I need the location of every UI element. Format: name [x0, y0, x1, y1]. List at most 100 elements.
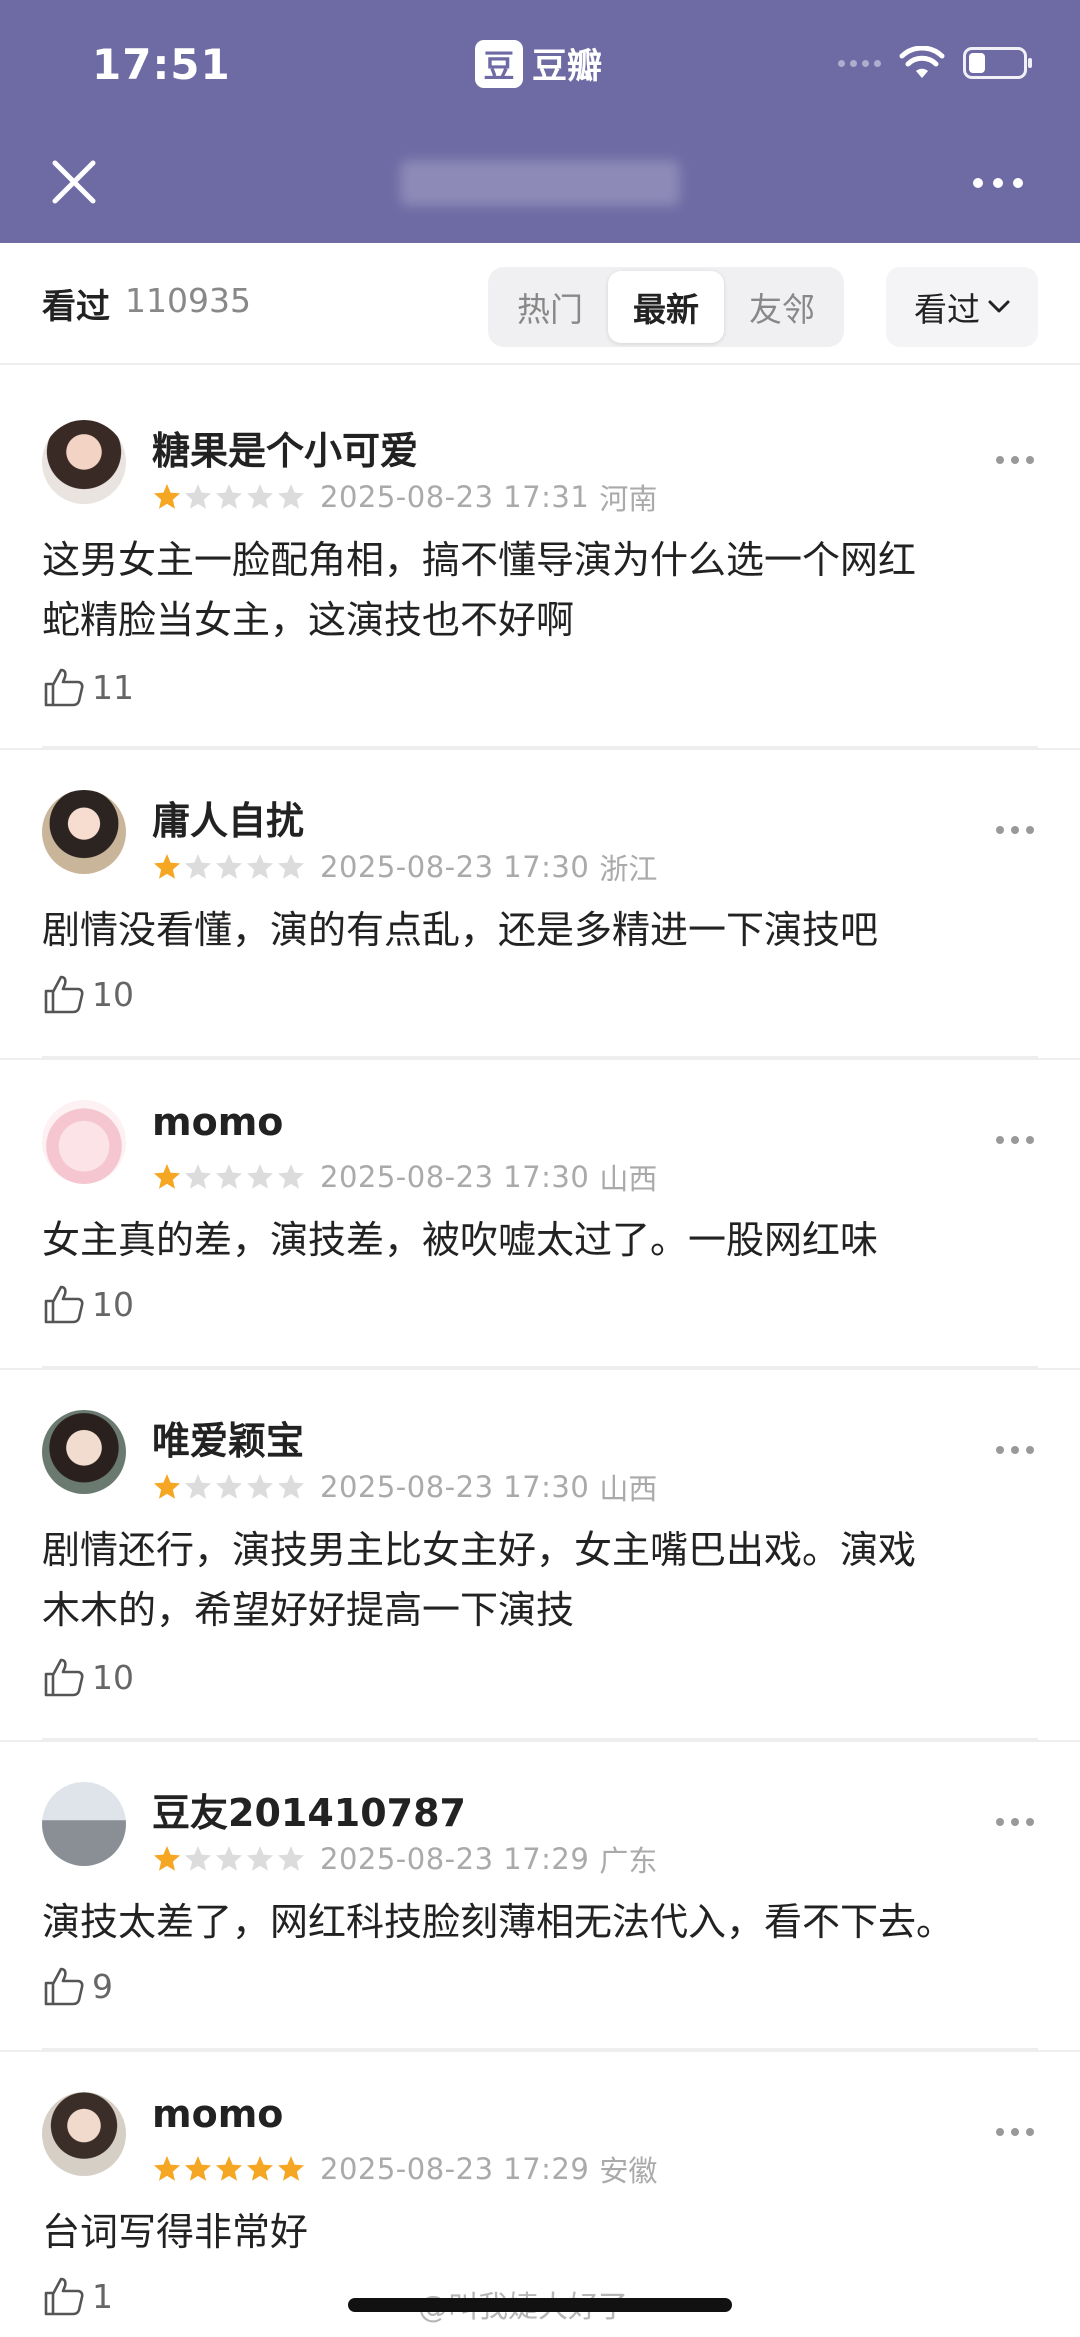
- avatar[interactable]: [42, 1782, 126, 1866]
- comment-location: 安徽: [599, 2154, 658, 2188]
- like-count: 1: [92, 2276, 113, 2316]
- star-filled-icon: [154, 484, 180, 509]
- username[interactable]: 唯爱颖宝: [152, 1410, 304, 1465]
- username[interactable]: 豆友201410787: [152, 1782, 466, 1837]
- comment-more-button[interactable]: [996, 456, 1034, 464]
- comment-more-button[interactable]: [996, 826, 1034, 834]
- divider: [42, 1738, 1038, 1740]
- star-empty-icon: [247, 1474, 273, 1499]
- thumbs-up-icon: [44, 1967, 84, 2006]
- dropdown-label: 看过: [914, 290, 980, 329]
- comment-text: 这男女主一脸配角相，搞不懂导演为什么选一个网红 蛇精脸当女主，这演技也不好啊: [42, 530, 1042, 650]
- sort-tabs: 热门 最新 友邻: [488, 267, 844, 347]
- status-time: 17:51: [92, 40, 231, 89]
- star-empty-icon: [247, 854, 273, 879]
- avatar[interactable]: [42, 1410, 126, 1494]
- comment-item: 糖果是个小可爱 2025-08-23 17:31 河南 这男女主一脸配角相，搞不…: [0, 380, 1080, 750]
- comment-more-button[interactable]: [996, 2128, 1034, 2136]
- star-filled-icon: [247, 2156, 273, 2181]
- like-count: 10: [92, 1657, 134, 1697]
- comment-line: 演技太差了，网红科技脸刻薄相无法代入，看不下去。: [42, 1900, 955, 1944]
- like-button[interactable]: 9: [42, 1964, 113, 2008]
- rating-stars: [152, 1162, 306, 1192]
- comment-line: 这男女主一脸配角相，搞不懂导演为什么选一个网红: [42, 538, 917, 582]
- divider: [42, 1366, 1038, 1368]
- home-indicator: [348, 2298, 732, 2312]
- blurred-page-title: [400, 160, 680, 206]
- comment-text: 台词写得非常好: [42, 2202, 1042, 2262]
- thumbs-up-icon: [44, 2277, 84, 2316]
- like-button[interactable]: 11: [42, 665, 134, 709]
- comment-item: 豆友201410787 2025-08-23 17:29 广东 演技太差了，网红…: [0, 1742, 1080, 2052]
- username[interactable]: 糖果是个小可爱: [152, 420, 418, 475]
- cellular-signal-icon: [838, 59, 881, 67]
- comment-meta: 2025-08-23 17:29 广东: [152, 1838, 657, 1880]
- star-empty-icon: [185, 1474, 211, 1499]
- comment-more-button[interactable]: [996, 1446, 1034, 1454]
- divider: [42, 2048, 1038, 2050]
- more-options-button[interactable]: [958, 160, 1038, 206]
- like-button[interactable]: 10: [42, 1282, 134, 1326]
- comment-line: 木木的，希望好好提高一下演技: [42, 1588, 575, 1632]
- comment-location: 河南: [599, 482, 658, 516]
- tab-latest[interactable]: 最新: [608, 271, 724, 343]
- like-button[interactable]: 1: [42, 2274, 113, 2318]
- comment-list: 糖果是个小可爱 2025-08-23 17:31 河南 这男女主一脸配角相，搞不…: [0, 380, 1080, 2337]
- avatar[interactable]: [42, 790, 126, 874]
- thumbs-up-icon: [44, 1658, 84, 1697]
- tab-hot[interactable]: 热门: [492, 271, 608, 343]
- comment-meta: 2025-08-23 17:30 山西: [152, 1466, 657, 1508]
- like-count: 11: [92, 667, 134, 707]
- comment-meta: 2025-08-23 17:30 浙江: [152, 846, 657, 888]
- comment-location: 广东: [599, 1844, 658, 1878]
- star-empty-icon: [216, 1474, 242, 1499]
- rating-stars: [152, 1844, 306, 1874]
- seen-count: 110935: [125, 281, 251, 320]
- star-filled-icon: [154, 1164, 180, 1189]
- avatar[interactable]: [42, 2092, 126, 2176]
- star-empty-icon: [278, 854, 304, 879]
- tab-friends[interactable]: 友邻: [724, 271, 840, 343]
- status-filter-dropdown[interactable]: 看过: [886, 267, 1038, 347]
- avatar[interactable]: [42, 420, 126, 504]
- star-filled-icon: [154, 2156, 180, 2181]
- app-header: 17:51 豆 豆瓣: [0, 0, 1080, 243]
- rating-stars: [152, 1472, 306, 1502]
- comment-line: 剧情还行，演技男主比女主好，女主嘴巴出戏。演戏: [42, 1528, 917, 1572]
- like-button[interactable]: 10: [42, 972, 134, 1016]
- comment-location: 山西: [599, 1162, 658, 1196]
- star-filled-icon: [278, 2156, 304, 2181]
- douban-logo: 豆 豆瓣: [475, 38, 602, 89]
- star-empty-icon: [278, 1846, 304, 1871]
- star-empty-icon: [185, 1846, 211, 1871]
- username[interactable]: momo: [152, 2092, 283, 2136]
- comment-date: 2025-08-23 17:29: [320, 2152, 590, 2186]
- username[interactable]: 庸人自扰: [152, 790, 304, 845]
- star-empty-icon: [278, 1164, 304, 1189]
- comment-text: 剧情还行，演技男主比女主好，女主嘴巴出戏。演戏 木木的，希望好好提高一下演技: [42, 1520, 1042, 1640]
- star-filled-icon: [154, 854, 180, 879]
- star-empty-icon: [247, 1846, 273, 1871]
- avatar[interactable]: [42, 1100, 126, 1184]
- battery-icon: [963, 47, 1032, 79]
- close-button[interactable]: [44, 152, 104, 212]
- battery-level: [969, 53, 985, 73]
- star-empty-icon: [216, 484, 242, 509]
- divider: [42, 746, 1038, 748]
- rating-stars: [152, 482, 306, 512]
- comment-more-button[interactable]: [996, 1136, 1034, 1144]
- close-icon: [52, 160, 96, 204]
- thumbs-up-icon: [44, 1285, 84, 1324]
- like-button[interactable]: 10: [42, 1655, 134, 1699]
- comment-location: 山西: [599, 1472, 658, 1506]
- comment-more-button[interactable]: [996, 1818, 1034, 1826]
- star-empty-icon: [185, 854, 211, 879]
- like-count: 9: [92, 1966, 113, 2006]
- rating-stars: [152, 2154, 306, 2184]
- rating-stars: [152, 852, 306, 882]
- username[interactable]: momo: [152, 1100, 283, 1144]
- douban-logo-icon: 豆: [475, 39, 523, 88]
- star-filled-icon: [154, 1846, 180, 1871]
- comment-line: 台词写得非常好: [42, 2210, 309, 2254]
- star-empty-icon: [185, 1164, 211, 1189]
